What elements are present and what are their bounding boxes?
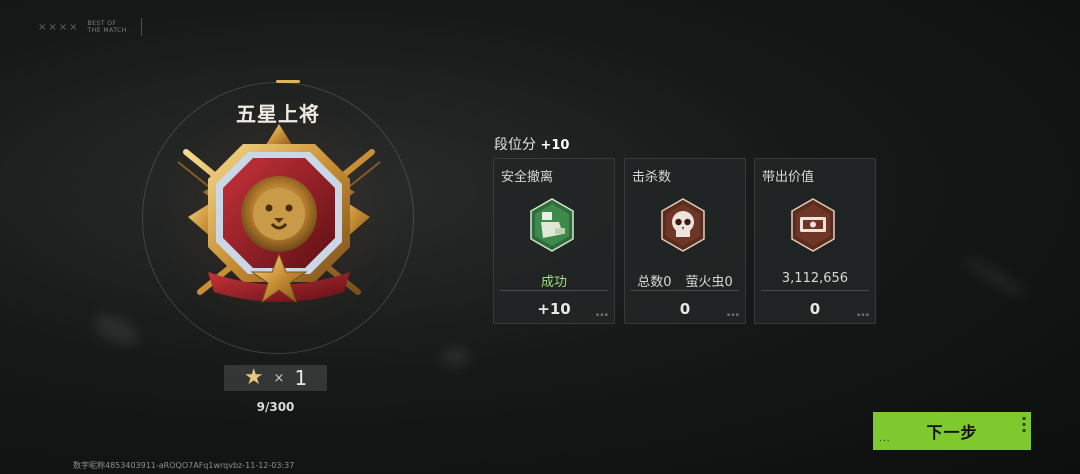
star-icon: ★ (243, 365, 264, 390)
logo-marks: ×××× (38, 21, 80, 33)
card-title: 安全撤离 (501, 170, 554, 185)
star-count-box: ★ × 1 (224, 365, 327, 391)
kill-breakdown: 总数0 萤火虫0 (625, 271, 745, 290)
rank-score-line: 段位分 +10 (494, 134, 569, 154)
next-step-button[interactable]: ... 下一步 ▪ ▪ ▪ (873, 412, 1031, 450)
card-title: 带出价值 (762, 170, 815, 185)
background-blur (440, 348, 470, 366)
card-decoration: ▪▪▪ (595, 312, 609, 318)
match-logo: ×××× BEST OF THE MATCH (38, 18, 142, 36)
rank-score-value: +10 (540, 138, 570, 153)
button-side-marks: ▪ ▪ ▪ (1022, 415, 1027, 434)
extraction-status: 成功 (540, 275, 567, 290)
card-divider (500, 290, 608, 291)
card-divider (761, 290, 869, 291)
card-decoration: ▪▪▪ (856, 312, 870, 318)
rank-progress: 9/300 (256, 400, 295, 414)
loot-value: 3,112,656 (781, 271, 849, 286)
multiplier-sign: × (273, 370, 285, 386)
card-kills: 击杀数 总数0 萤火虫0 0 ▪▪▪ (624, 158, 746, 324)
rank-medal-icon (177, 124, 381, 304)
ring-indicator (276, 80, 300, 83)
star-count: 1 (294, 366, 308, 390)
background-blur (961, 253, 1029, 301)
logo-line-2: THE MATCH (87, 27, 127, 34)
card-safe-extraction: 安全撤离 成功 +10 ▪▪▪ (493, 158, 615, 324)
rank-score-label: 段位分 (494, 137, 536, 153)
kill-total: 总数0 (637, 275, 672, 290)
card-title: 击杀数 (632, 170, 672, 185)
card-loot-value: 带出价值 3,112,656 0 ▪▪▪ (754, 158, 876, 324)
button-dots: ... (879, 434, 891, 444)
skull-icon (661, 198, 705, 252)
logo-divider (140, 18, 142, 36)
kill-firefly: 萤火虫0 (685, 275, 733, 290)
card-decoration: ▪▪▪ (726, 312, 740, 318)
player-id-footer: 数字昵称4853403911-aROQO7AFq1wrqvbz-11-12-03… (73, 461, 295, 470)
next-step-label: 下一步 (926, 423, 978, 442)
background-blur (89, 308, 143, 352)
soldier-icon (530, 198, 574, 252)
cash-icon (791, 198, 835, 252)
card-divider (631, 290, 739, 291)
logo-line-1: BEST OF (87, 20, 117, 27)
